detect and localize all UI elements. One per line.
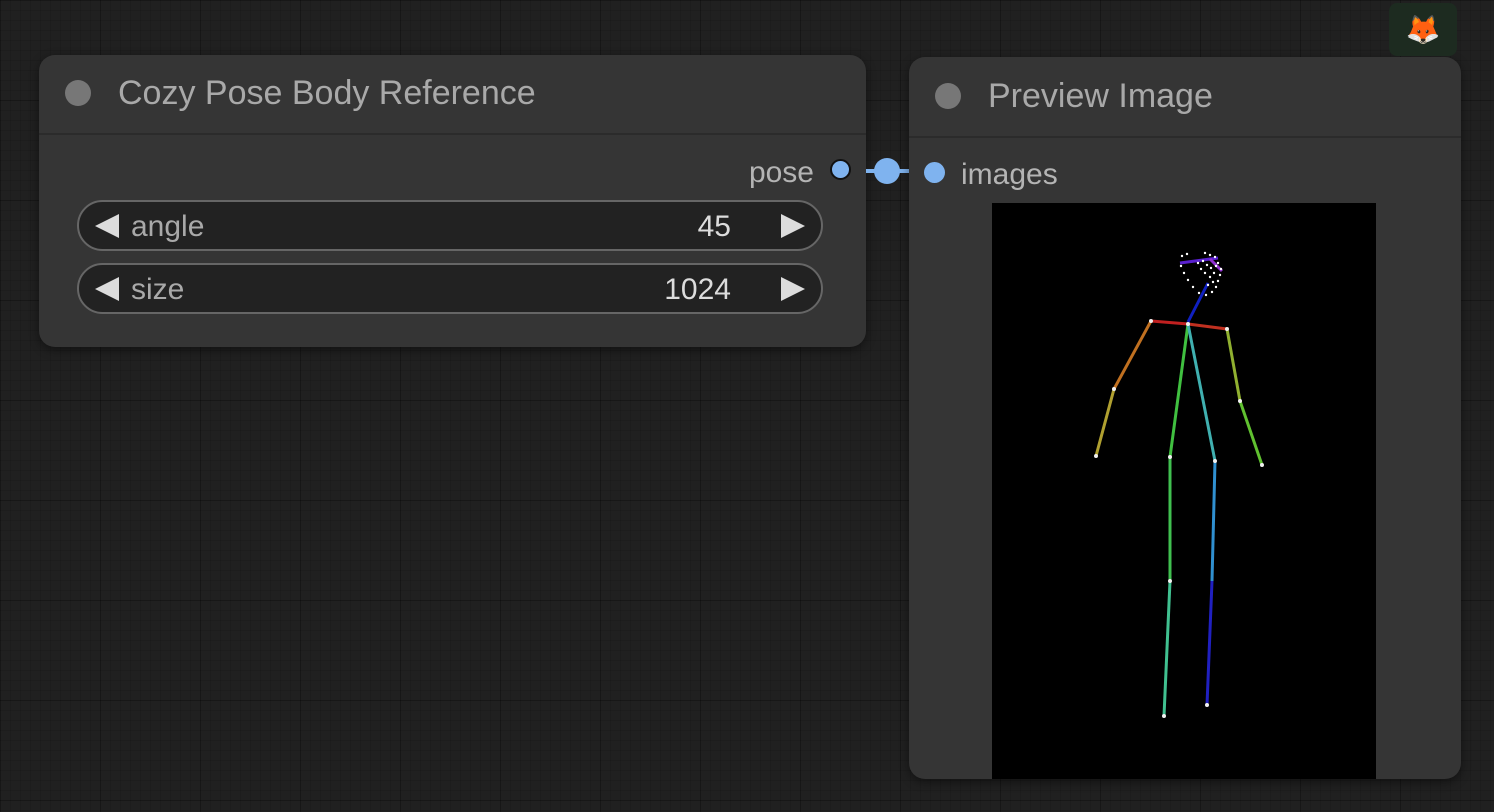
angle-widget[interactable]: angle 45 bbox=[77, 200, 823, 251]
node-status-dot-icon[interactable] bbox=[935, 83, 961, 109]
widget-value: 45 bbox=[697, 210, 731, 243]
decrement-arrow-icon[interactable] bbox=[95, 277, 119, 301]
link-midpoint-handle[interactable] bbox=[874, 158, 900, 184]
pose-reference-node[interactable]: Cozy Pose Body Reference pose angle 45 s… bbox=[39, 55, 866, 347]
output-slot-label: pose bbox=[748, 156, 814, 189]
widget-label: angle bbox=[131, 210, 205, 243]
widget-value: 1024 bbox=[664, 273, 731, 306]
node-title-bar[interactable]: Preview Image bbox=[909, 57, 1461, 138]
preview-image[interactable] bbox=[992, 203, 1376, 779]
connection-link[interactable] bbox=[866, 158, 911, 184]
node-title: Preview Image bbox=[988, 77, 1213, 115]
node-status-dot-icon[interactable] bbox=[65, 80, 91, 106]
preview-image-node[interactable]: Preview Image images bbox=[909, 57, 1461, 779]
increment-arrow-icon[interactable] bbox=[781, 277, 805, 301]
input-slot-label: images bbox=[961, 158, 1058, 191]
output-slot-pose[interactable] bbox=[830, 159, 851, 180]
node-title-bar[interactable]: Cozy Pose Body Reference bbox=[39, 55, 866, 135]
pose-skeleton-image bbox=[1094, 251, 1264, 718]
size-widget[interactable]: size 1024 bbox=[77, 263, 823, 314]
input-slot-images[interactable] bbox=[924, 162, 945, 183]
fox-icon[interactable]: 🦊 bbox=[1389, 3, 1457, 56]
node-title: Cozy Pose Body Reference bbox=[118, 74, 536, 112]
decrement-arrow-icon[interactable] bbox=[95, 214, 119, 238]
widget-label: size bbox=[131, 273, 185, 306]
increment-arrow-icon[interactable] bbox=[781, 214, 805, 238]
